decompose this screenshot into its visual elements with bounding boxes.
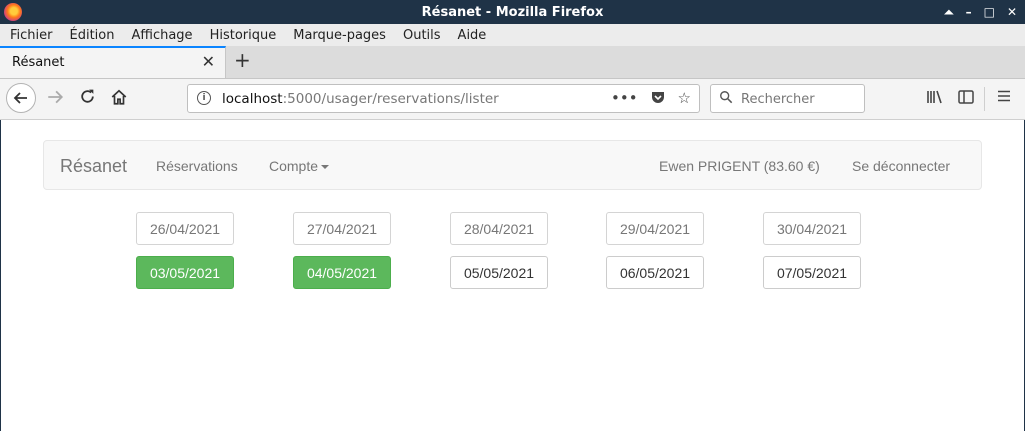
brand-link[interactable]: Résanet: [60, 156, 127, 177]
menu-fichier[interactable]: Fichier: [10, 28, 53, 43]
home-icon[interactable]: [110, 88, 128, 111]
window-title: Résanet - Mozilla Firefox: [421, 4, 604, 20]
date-button[interactable]: 27/04/2021: [293, 212, 391, 245]
menu-affichage[interactable]: Affichage: [131, 28, 192, 43]
bookmark-star-icon[interactable]: ☆: [678, 89, 691, 109]
menu-aide[interactable]: Aide: [458, 28, 487, 43]
date-button[interactable]: 28/04/2021: [450, 212, 548, 245]
date-button-booked[interactable]: 03/05/2021: [136, 256, 234, 289]
site-info-icon[interactable]: i: [197, 91, 211, 105]
search-input[interactable]: [739, 89, 863, 110]
keep-above-icon[interactable]: ⏶: [944, 5, 954, 20]
site-navbar: Résanet Réservations Compte Ewen PRIGENT…: [43, 140, 982, 190]
date-button[interactable]: 29/04/2021: [606, 212, 704, 245]
date-button[interactable]: 05/05/2021: [450, 256, 548, 289]
reload-icon[interactable]: [79, 88, 96, 110]
address-bar[interactable]: i localhost:5000/usager/reservations/lis…: [187, 84, 700, 113]
nav-compte-dropdown[interactable]: Compte: [269, 158, 330, 174]
date-button[interactable]: 26/04/2021: [136, 212, 234, 245]
search-bar[interactable]: [710, 84, 865, 113]
tab-title: Résanet: [12, 55, 65, 70]
date-button[interactable]: 06/05/2021: [606, 256, 704, 289]
url-path: :5000/usager/reservations/lister: [282, 91, 499, 107]
menu-outils[interactable]: Outils: [403, 28, 441, 43]
tab-close-icon[interactable]: ✕: [202, 52, 215, 71]
window-border-left: [0, 120, 1, 431]
tab-strip: Résanet ✕ +: [0, 46, 1025, 79]
sidebar-icon[interactable]: [957, 88, 975, 110]
nav-compte-label: Compte: [269, 158, 319, 174]
close-window-icon[interactable]: ✕: [1007, 5, 1017, 19]
page-actions-icon[interactable]: •••: [611, 89, 638, 109]
navigation-toolbar: i localhost:5000/usager/reservations/lis…: [0, 79, 1025, 120]
back-icon[interactable]: [6, 83, 36, 113]
url-host: localhost: [222, 91, 283, 107]
firefox-logo-icon: [4, 3, 22, 21]
date-button-booked[interactable]: 04/05/2021: [293, 256, 391, 289]
window-controls: ⏶ – □ ✕: [944, 0, 1017, 24]
minimize-icon[interactable]: –: [966, 5, 972, 19]
date-button[interactable]: 07/05/2021: [763, 256, 861, 289]
user-balance: Ewen PRIGENT (83.60 €): [659, 158, 820, 174]
logout-link[interactable]: Se déconnecter: [852, 158, 950, 174]
menu-bar: Fichier Édition Affichage Historique Mar…: [0, 24, 1025, 46]
new-tab-icon[interactable]: +: [234, 48, 251, 72]
toolbar-separator: [984, 87, 985, 111]
date-button[interactable]: 30/04/2021: [763, 212, 861, 245]
menu-marque-pages[interactable]: Marque-pages: [293, 28, 386, 43]
window-titlebar: Résanet - Mozilla Firefox ⏶ – □ ✕: [0, 0, 1025, 24]
nav-reservations[interactable]: Réservations: [156, 158, 238, 174]
pocket-icon[interactable]: [650, 89, 666, 109]
forward-icon[interactable]: [46, 88, 64, 111]
caret-down-icon: [321, 165, 330, 170]
menu-edition[interactable]: Édition: [70, 28, 115, 43]
search-icon: [719, 90, 733, 108]
maximize-icon[interactable]: □: [984, 5, 995, 19]
url-text[interactable]: localhost:5000/usager/reservations/liste…: [222, 91, 499, 107]
tab-resanet[interactable]: Résanet ✕: [0, 46, 226, 78]
hamburger-menu-icon[interactable]: [996, 88, 1012, 108]
library-icon[interactable]: [926, 88, 944, 110]
menu-historique[interactable]: Historique: [210, 28, 277, 43]
